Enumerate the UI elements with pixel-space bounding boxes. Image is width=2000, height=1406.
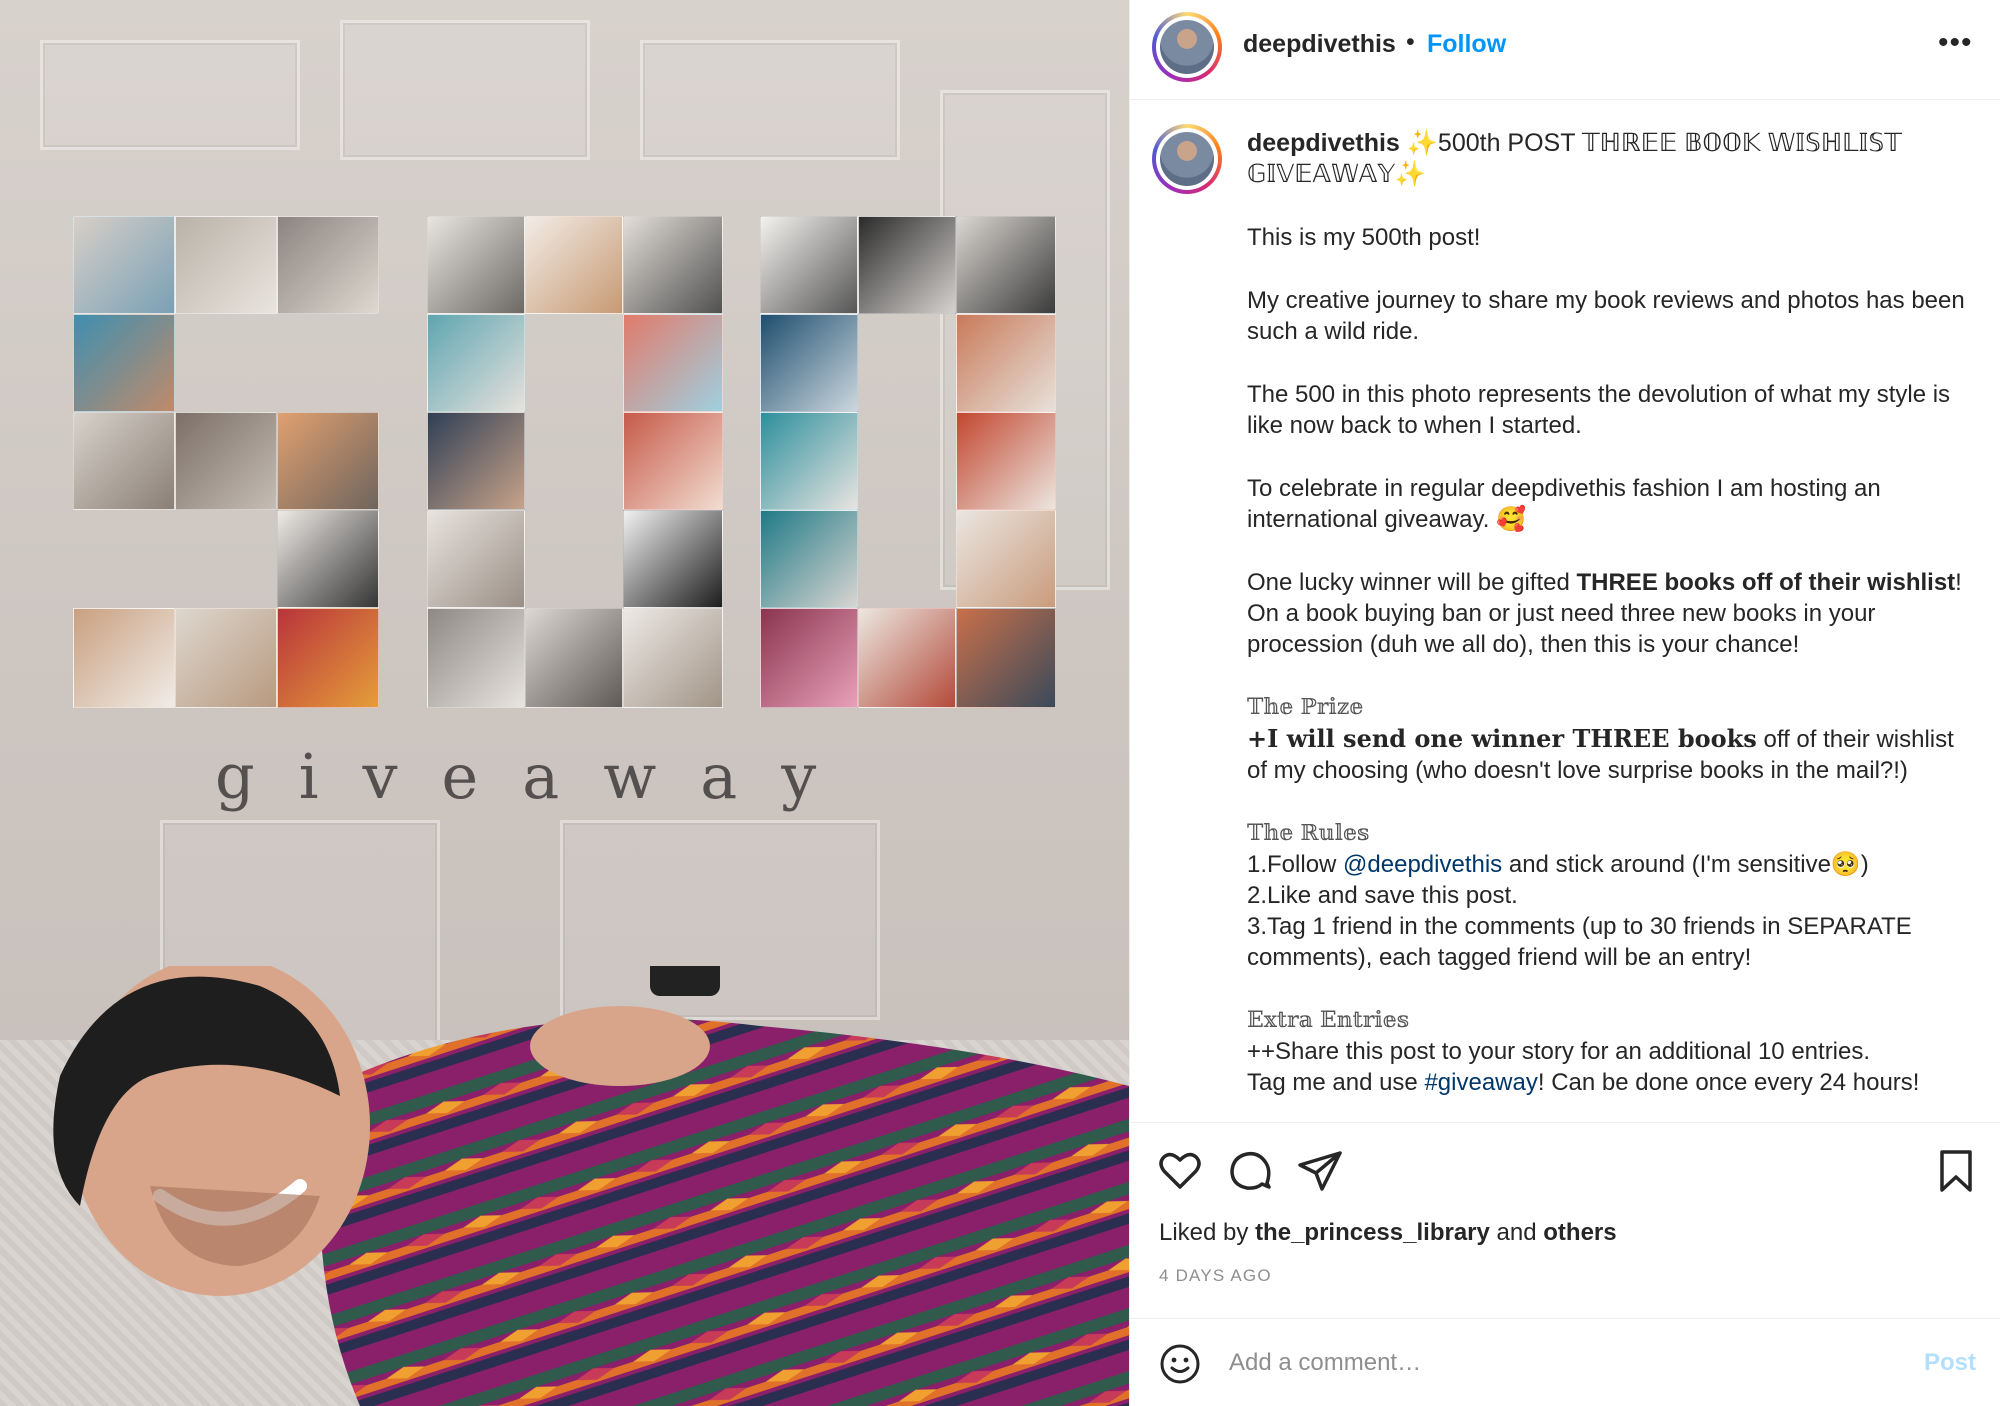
comment-input[interactable]	[1229, 1341, 1849, 1385]
post-comment-button[interactable]: Post	[1924, 1349, 1976, 1377]
separator-dot: •	[1406, 28, 1415, 56]
person-illustration	[53, 966, 1129, 1406]
more-options-icon[interactable]: •••	[1938, 26, 1973, 60]
mention-link[interactable]: @deepdivethis	[1343, 851, 1502, 878]
rule-item: 3.Tag 1 friend in the comments (up to 30…	[1247, 913, 1912, 971]
hashtag-link[interactable]: #giveaway	[1424, 1069, 1537, 1096]
prize-section: 𝕋𝕙𝕖 ℙ𝕣𝕚𝕫𝕖 +I will send one winner THREE …	[1247, 692, 1977, 786]
post-actions: Liked by the_princess_library and others…	[1130, 1122, 2000, 1317]
header-username[interactable]: deepdivethis	[1243, 30, 1396, 59]
avatar[interactable]	[1152, 12, 1222, 82]
liked-by-user[interactable]: the_princess_library	[1255, 1219, 1490, 1246]
extra-entry-item: ++Share this post to your story for an a…	[1247, 1038, 1871, 1065]
send-icon[interactable]	[1296, 1147, 1344, 1195]
caption-avatar[interactable]	[1152, 124, 1222, 194]
caption-title: deepdivethis ✨500th POST 𝕋ℍℝ𝔼𝔼 𝔹𝕆𝕆𝕂 𝕎𝕀𝕊ℍ…	[1247, 128, 1967, 190]
collage-digit-0-first	[427, 216, 723, 708]
caption-text: One lucky winner will be gifted	[1247, 569, 1577, 596]
door-panel	[640, 40, 900, 160]
caption-bold-text: THREE books off of their wishlist	[1576, 569, 1956, 596]
post-timestamp[interactable]: 4 DAYS AGO	[1159, 1266, 1272, 1286]
likes-summary: Liked by the_princess_library and others	[1159, 1219, 1617, 1246]
post-image[interactable]: giveaway	[0, 0, 1129, 1406]
heart-icon[interactable]	[1156, 1147, 1204, 1195]
giveaway-overlay-text: giveaway	[215, 740, 861, 813]
post-side-panel: deepdivethis • Follow ••• deepdivethis ✨…	[1129, 0, 2000, 1406]
rules-heading: 𝕋𝕙𝕖 ℝ𝕦𝕝𝕖𝕤	[1247, 821, 1370, 846]
prize-heading: 𝕋𝕙𝕖 ℙ𝕣𝕚𝕫𝕖	[1247, 695, 1364, 720]
caption-paragraph: The 500 in this photo represents the dev…	[1247, 381, 1951, 439]
prize-bold-text: +I will send one winner THREE books	[1247, 724, 1757, 753]
collage-digit-5	[73, 216, 379, 708]
post-header: deepdivethis • Follow •••	[1130, 0, 2000, 100]
liked-others[interactable]: others	[1543, 1219, 1616, 1246]
caption-paragraph: One lucky winner will be gifted THREE bo…	[1247, 567, 1977, 660]
extra-entries-heading: 𝔼𝕩𝕥𝕣𝕒 𝔼𝕟𝕥𝕣𝕚𝕖𝕤	[1247, 1008, 1410, 1033]
rule-item: 1.Follow @deepdivethis and stick around …	[1247, 851, 1869, 878]
smiley-icon[interactable]	[1159, 1343, 1201, 1385]
caption-username[interactable]: deepdivethis	[1247, 129, 1400, 157]
rule-item: 2.Like and save this post.	[1247, 882, 1518, 909]
comment-bar: Post	[1130, 1318, 2000, 1406]
caption-paragraph: My creative journey to share my book rev…	[1247, 287, 1965, 345]
follow-button[interactable]: Follow	[1427, 30, 1506, 59]
door-panel	[40, 40, 300, 150]
caption-paragraph: To celebrate in regular deepdivethis fas…	[1247, 475, 1881, 533]
comment-icon[interactable]	[1226, 1147, 1274, 1195]
extra-entries-section: 𝔼𝕩𝕥𝕣𝕒 𝔼𝕟𝕥𝕣𝕚𝕖𝕤 ++Share this post to your …	[1247, 1005, 1977, 1098]
caption-area: deepdivethis ✨500th POST 𝕋ℍℝ𝔼𝔼 𝔹𝕆𝕆𝕂 𝕎𝕀𝕊ℍ…	[1130, 100, 2000, 1120]
bookmark-icon[interactable]	[1932, 1147, 1980, 1195]
extra-entry-item: Tag me and use #giveaway! Can be done on…	[1247, 1069, 1920, 1096]
caption-body: This is my 500th post! My creative journ…	[1247, 222, 1977, 1120]
caption-paragraph: This is my 500th post!	[1247, 224, 1481, 251]
rules-section: 𝕋𝕙𝕖 ℝ𝕦𝕝𝕖𝕤 1.Follow @deepdivethis and sti…	[1247, 818, 1977, 973]
collage-digit-0-second	[760, 216, 1056, 708]
door-panel	[340, 20, 590, 160]
